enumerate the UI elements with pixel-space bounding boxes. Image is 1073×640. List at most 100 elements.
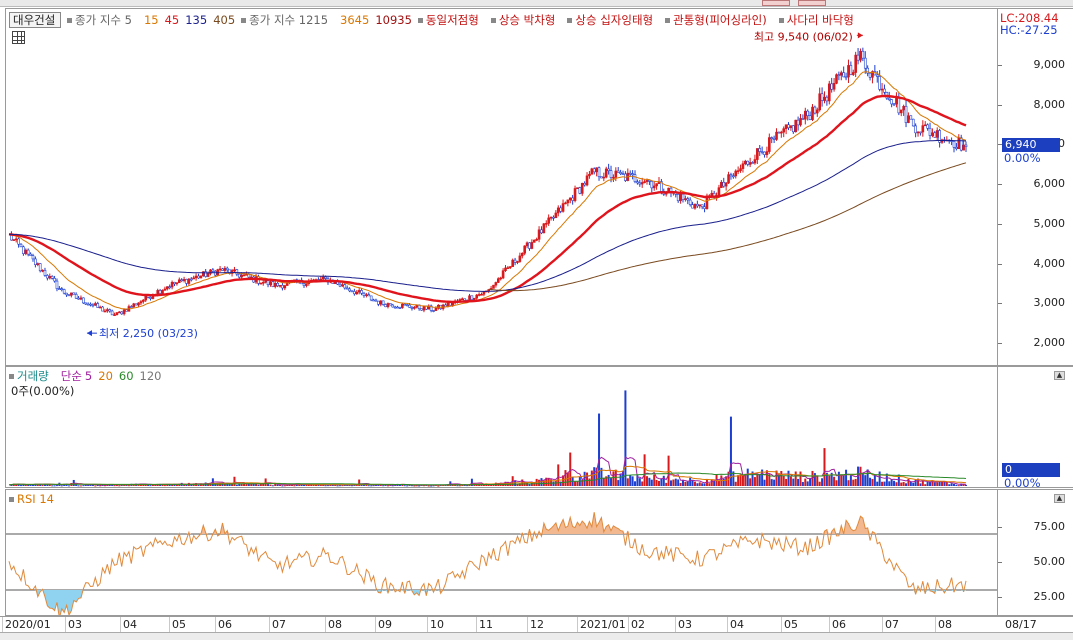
- candle-body: [180, 279, 183, 282]
- candle-body: [401, 303, 404, 308]
- volume-value: 0주(0.00%): [11, 384, 75, 398]
- candle-body: [26, 249, 30, 255]
- price-tick-mark: [998, 223, 1002, 225]
- candle-body: [600, 176, 603, 179]
- candle-body: [700, 204, 704, 208]
- candle-body: [741, 163, 745, 169]
- volume-bar: [854, 478, 857, 486]
- volume-bar: [650, 479, 653, 486]
- candle-body: [566, 199, 570, 204]
- price-chart[interactable]: 최고 9,540 (06/02) 최저 2,250 (03/23): [6, 9, 998, 366]
- candle-body: [878, 76, 881, 90]
- candle-body: [60, 288, 64, 290]
- date-label: 02: [631, 618, 645, 631]
- volume-bar: [672, 479, 675, 486]
- volume-bar: [430, 485, 433, 487]
- candle-body: [422, 305, 426, 311]
- volume-bar: [804, 478, 807, 486]
- volume-bar: [293, 485, 296, 487]
- volume-bar: [876, 481, 879, 486]
- price-tick-mark: [998, 263, 1002, 265]
- grid-icon[interactable]: [12, 31, 25, 47]
- candle-body: [468, 295, 471, 301]
- candle-body: [405, 304, 409, 307]
- volume-bar: [941, 481, 944, 486]
- candle-body: [796, 119, 800, 126]
- stock-chart-window: { "symbol": "대우건설", "legend_price": { "m…: [0, 0, 1073, 640]
- candle-body: [516, 261, 519, 263]
- volume-bar: [936, 482, 939, 486]
- ma-period: 10935: [375, 13, 412, 27]
- candle-body: [588, 173, 591, 177]
- toolbar-button[interactable]: [762, 0, 790, 6]
- rsi-overbought-fill: [9, 512, 966, 534]
- candle-body: [508, 266, 512, 268]
- candle-body: [266, 280, 270, 286]
- date-separator: [527, 617, 528, 632]
- collapse-up-button[interactable]: ▲: [1054, 494, 1065, 503]
- candle-body: [801, 118, 805, 120]
- candle-body: [199, 275, 203, 279]
- volume-bar: [957, 485, 960, 487]
- volume-bar: [653, 474, 656, 486]
- candle-body: [861, 50, 865, 59]
- volume-bar: [602, 477, 605, 486]
- price-tick-label: 3,000: [1033, 296, 1066, 310]
- candle-body: [794, 119, 798, 133]
- candle-body: [130, 306, 133, 308]
- candle-body: [525, 242, 529, 247]
- candle-body: [679, 193, 682, 202]
- candle-body: [902, 105, 905, 111]
- volume-bar: [734, 481, 737, 486]
- candle-body: [784, 124, 788, 129]
- candle-body: [578, 187, 582, 194]
- volume-bar: [456, 485, 459, 487]
- candle-body: [854, 54, 857, 73]
- date-separator: [215, 617, 216, 632]
- candle-body: [652, 185, 656, 189]
- volume-bar: [118, 485, 121, 487]
- candle-body: [542, 223, 546, 234]
- volume-bar: [816, 475, 819, 486]
- volume-bar: [624, 390, 627, 486]
- candle-body: [806, 110, 809, 116]
- volume-bar: [245, 484, 248, 486]
- candle-body: [391, 304, 395, 308]
- candle-body: [273, 283, 277, 287]
- candle-body: [746, 160, 750, 165]
- candle-body: [353, 291, 356, 295]
- candle-body: [957, 137, 961, 150]
- volume-bar: [893, 480, 896, 486]
- candle-body: [281, 285, 284, 289]
- candle-body: [96, 303, 100, 308]
- volume-bar: [684, 481, 687, 486]
- date-label: 06: [832, 618, 846, 631]
- candle-body: [552, 216, 555, 219]
- candle-body: [650, 181, 654, 189]
- symbol-box[interactable]: 대우건설: [9, 12, 61, 28]
- volume-bar: [813, 473, 816, 486]
- candle-body: [345, 287, 349, 290]
- volume-bar: [780, 470, 783, 486]
- collapse-up-button[interactable]: ▲: [1054, 371, 1065, 380]
- volume-bar: [710, 479, 713, 486]
- candle-body: [494, 282, 498, 286]
- candle-body: [609, 170, 613, 178]
- volume-bar: [737, 475, 740, 486]
- toolbar-button[interactable]: [798, 0, 826, 6]
- volume-bar: [646, 476, 648, 486]
- date-label: 03: [678, 618, 692, 631]
- candle-body: [305, 283, 308, 286]
- candle-body: [386, 303, 390, 308]
- date-separator: [781, 617, 782, 632]
- candle-body: [86, 303, 90, 306]
- volume-chart[interactable]: [6, 367, 998, 488]
- volume-bar: [538, 479, 541, 486]
- candle-body: [760, 151, 764, 153]
- rsi-chart[interactable]: [6, 490, 998, 616]
- candle-body: [859, 50, 862, 61]
- bottom-scroll-bar[interactable]: [0, 632, 1073, 640]
- rsi-tick-label: 25.00: [1033, 590, 1066, 603]
- date-label: 10: [430, 618, 444, 631]
- volume-bar: [267, 484, 270, 486]
